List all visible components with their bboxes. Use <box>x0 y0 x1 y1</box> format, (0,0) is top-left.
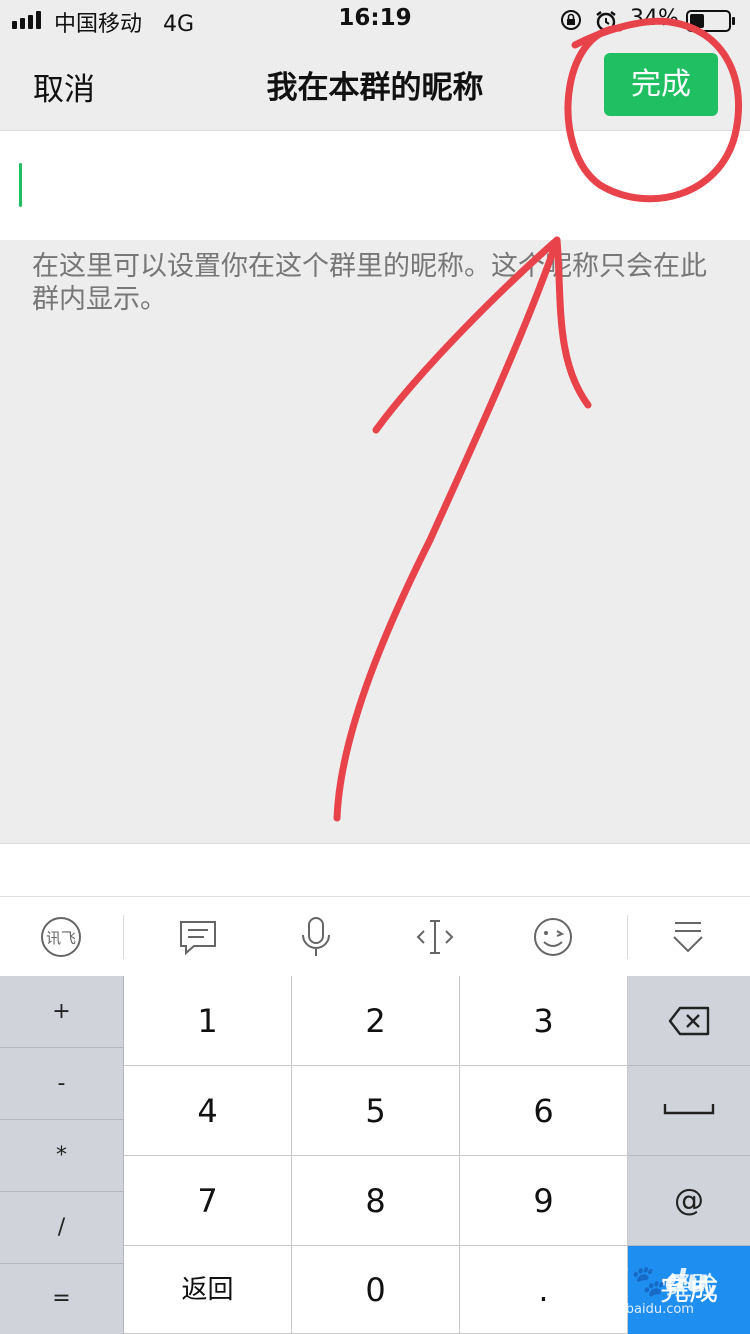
space-icon <box>663 1104 715 1115</box>
toolbar-divider <box>627 915 628 959</box>
chat-bubble-icon[interactable] <box>176 915 220 959</box>
key-6[interactable]: 6 <box>460 1066 628 1156</box>
keyboard-accessory-strip <box>0 843 750 896</box>
key-7[interactable]: 7 <box>124 1156 292 1246</box>
key-return[interactable]: 返回 <box>124 1246 292 1334</box>
nickname-field[interactable] <box>0 130 750 240</box>
key-1[interactable]: 1 <box>124 976 292 1066</box>
status-bar: 中国移动 4G 16:19 34% <box>0 0 750 40</box>
annotation-arrow-shaft <box>333 236 561 822</box>
microphone-icon[interactable] <box>294 915 338 959</box>
nav-bar: 取消 我在本群的昵称 完成 <box>0 40 750 130</box>
keyboard-toolbar: 讯飞 <box>0 896 750 976</box>
text-cursor <box>19 163 22 207</box>
key-plus[interactable]: + <box>0 976 123 1048</box>
key-minus[interactable]: - <box>0 1048 123 1120</box>
toolbar-divider <box>123 915 124 959</box>
key-0[interactable]: 0 <box>292 1246 460 1334</box>
key-equals[interactable]: = <box>0 1264 123 1334</box>
key-asterisk[interactable]: * <box>0 1120 123 1192</box>
alarm-icon <box>596 11 616 32</box>
watermark-url: jingyan.baidu.com <box>574 1302 694 1317</box>
key-3[interactable]: 3 <box>460 976 628 1066</box>
hint-text: 在这里可以设置你在这个群里的昵称。这个昵称只会在此群内显示。 <box>32 251 707 315</box>
ime-logo-icon[interactable]: 讯飞 <box>39 915 83 959</box>
emoji-icon[interactable] <box>531 915 575 959</box>
key-space[interactable] <box>628 1066 750 1156</box>
rotation-lock-icon <box>561 10 581 30</box>
collapse-keyboard-icon[interactable] <box>666 915 710 959</box>
key-backspace[interactable] <box>628 976 750 1066</box>
done-button[interactable]: 完成 <box>604 53 718 116</box>
battery-percentage: 34% <box>630 6 679 31</box>
svg-text:讯飞: 讯飞 <box>46 929 76 947</box>
watermark-text: 经验 <box>666 1272 719 1302</box>
nickname-input[interactable] <box>30 151 724 223</box>
key-4[interactable]: 4 <box>124 1066 292 1156</box>
key-9[interactable]: 9 <box>460 1156 628 1246</box>
text-cursor-move-icon[interactable] <box>413 915 457 959</box>
battery-icon <box>686 10 735 32</box>
watermark: Bai🐾du 经验 jingyan.baidu.com <box>574 1262 744 1328</box>
backspace-icon <box>668 1006 710 1036</box>
key-8[interactable]: 8 <box>292 1156 460 1246</box>
key-5[interactable]: 5 <box>292 1066 460 1156</box>
key-slash[interactable]: / <box>0 1192 123 1264</box>
key-2[interactable]: 2 <box>292 976 460 1066</box>
key-at[interactable]: @ <box>628 1156 750 1246</box>
